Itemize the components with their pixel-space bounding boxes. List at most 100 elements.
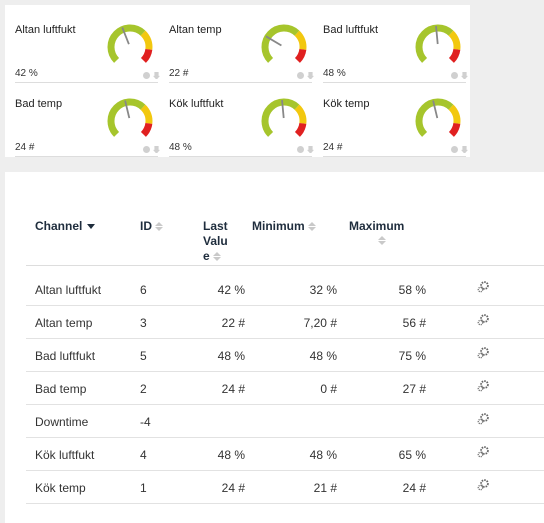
cell-id: 4 [140, 448, 147, 462]
divider [169, 82, 312, 83]
pin-icon[interactable] [307, 72, 314, 79]
gauge-band-yellow [140, 104, 153, 124]
settings-icon[interactable] [143, 72, 150, 79]
table-row[interactable]: Bad temp 2 24 # 0 # 27 # [26, 371, 544, 405]
gauge-name: Kök luftfukt [169, 98, 224, 110]
cell-maximum: 56 # [402, 316, 426, 330]
gauge-band-red [448, 48, 461, 63]
gauge-band-red [294, 122, 307, 137]
header-minimum-label: Minimum [252, 219, 305, 233]
sort-desc-icon [87, 224, 96, 230]
gauge-value: 22 # [169, 68, 189, 79]
settings-icon[interactable] [297, 72, 304, 79]
settings-gears-icon[interactable] [476, 280, 490, 297]
gauge-tile[interactable]: Altan temp 22 # [164, 11, 314, 83]
settings-icon[interactable] [143, 146, 150, 153]
cell-channel[interactable]: Bad temp [35, 382, 86, 396]
cell-maximum: 75 % [398, 349, 426, 363]
header-minimum[interactable]: Minimum [252, 219, 316, 233]
cell-last-value: 22 # [221, 316, 245, 330]
header-maximum-label: Maximum [349, 219, 405, 233]
gauge-band-green [415, 24, 454, 63]
cell-channel[interactable]: Kök luftfukt [35, 448, 94, 462]
settings-icon[interactable] [297, 146, 304, 153]
gauge-band-green [107, 24, 146, 63]
header-channel-label: Channel [35, 219, 83, 233]
gear-shape [477, 446, 489, 458]
gauge-value: 48 % [169, 142, 192, 153]
pin-icon[interactable] [461, 72, 468, 79]
sort-icon [307, 222, 316, 232]
header-channel[interactable]: Channel [35, 219, 96, 233]
pin-icon[interactable] [153, 72, 160, 79]
table-row[interactable]: Kök temp 1 24 # 21 # 24 # [26, 470, 544, 504]
cell-channel[interactable]: Altan temp [35, 316, 92, 330]
gauge-dial [415, 24, 461, 63]
gauge-dial [107, 98, 153, 137]
divider [323, 82, 466, 83]
gauge-dial [415, 98, 461, 137]
pin-icon[interactable] [153, 146, 160, 153]
gear-shape [477, 347, 489, 359]
table-row[interactable]: Kök luftfukt 4 48 % 48 % 65 % [26, 437, 544, 471]
table-row[interactable]: Downtime -4 [26, 404, 544, 438]
cell-maximum: 24 # [402, 481, 426, 495]
table-row[interactable]: Bad luftfukt 5 48 % 48 % 75 % [26, 338, 544, 372]
gauge-tile[interactable]: Altan luftfukt 42 % [10, 11, 160, 83]
divider [15, 82, 158, 83]
cell-maximum: 27 # [402, 382, 426, 396]
gauge-band-yellow [448, 30, 461, 50]
cell-last-value: 48 % [217, 349, 245, 363]
gauge-band-red [140, 48, 153, 63]
table-row[interactable]: Altan temp 3 22 # 7,20 # 56 # [26, 305, 544, 339]
cell-last-value: 24 # [221, 481, 245, 495]
gauge-band-red [448, 122, 461, 137]
cell-last-value: 42 % [217, 283, 245, 297]
gauge-tile[interactable]: Kök luftfukt 48 % [164, 85, 314, 157]
cell-channel[interactable]: Bad luftfukt [35, 349, 95, 363]
gear-shape [477, 479, 489, 491]
gauge-name: Kök temp [323, 98, 370, 110]
gauge-dial [107, 24, 153, 63]
cell-id: 6 [140, 283, 147, 297]
header-maximum[interactable]: Maximum [349, 219, 404, 247]
settings-gears-icon[interactable] [476, 478, 490, 495]
gauge-name: Bad temp [15, 98, 63, 110]
header-last-value-label: Last [203, 219, 228, 233]
cell-minimum: 48 % [309, 349, 337, 363]
cell-id: 1 [140, 481, 147, 495]
table-row[interactable]: Altan luftfukt 6 42 % 32 % 58 % [26, 272, 544, 306]
gear-shape [477, 281, 489, 293]
header-id[interactable]: ID [140, 219, 163, 233]
cell-last-value: 48 % [217, 448, 245, 462]
gauge-band-green [261, 98, 300, 137]
gauge-value: 24 # [15, 142, 35, 153]
header-last-value-label: Valu [203, 234, 228, 248]
gauge-tile[interactable]: Bad luftfukt 48 % [318, 11, 468, 83]
header-last-value[interactable]: Last Valu e [203, 219, 228, 264]
settings-gears-icon[interactable] [476, 313, 490, 330]
gauge-value: 24 # [323, 142, 343, 153]
settings-gears-icon[interactable] [476, 412, 490, 429]
gauge-tile[interactable]: Kök temp 24 # [318, 85, 468, 157]
gauge-tile[interactable]: Bad temp 24 # [10, 85, 160, 157]
cell-minimum: 48 % [309, 448, 337, 462]
cell-minimum: 21 # [313, 481, 337, 495]
gear-shape [477, 380, 489, 392]
settings-icon[interactable] [451, 146, 458, 153]
gauge-band-yellow [294, 30, 307, 50]
sort-icon [212, 252, 221, 262]
cell-channel[interactable]: Downtime [35, 415, 88, 429]
settings-gears-icon[interactable] [476, 346, 490, 363]
pin-icon[interactable] [461, 146, 468, 153]
settings-icon[interactable] [451, 72, 458, 79]
cell-channel[interactable]: Altan luftfukt [35, 283, 101, 297]
gauge-dial [261, 98, 307, 137]
settings-gears-icon[interactable] [476, 445, 490, 462]
cell-channel[interactable]: Kök temp [35, 481, 86, 495]
cell-last-value: 24 # [221, 382, 245, 396]
settings-gears-icon[interactable] [476, 379, 490, 396]
pin-icon[interactable] [307, 146, 314, 153]
gauge-dial [261, 24, 307, 63]
gauge-value: 48 % [323, 68, 346, 79]
